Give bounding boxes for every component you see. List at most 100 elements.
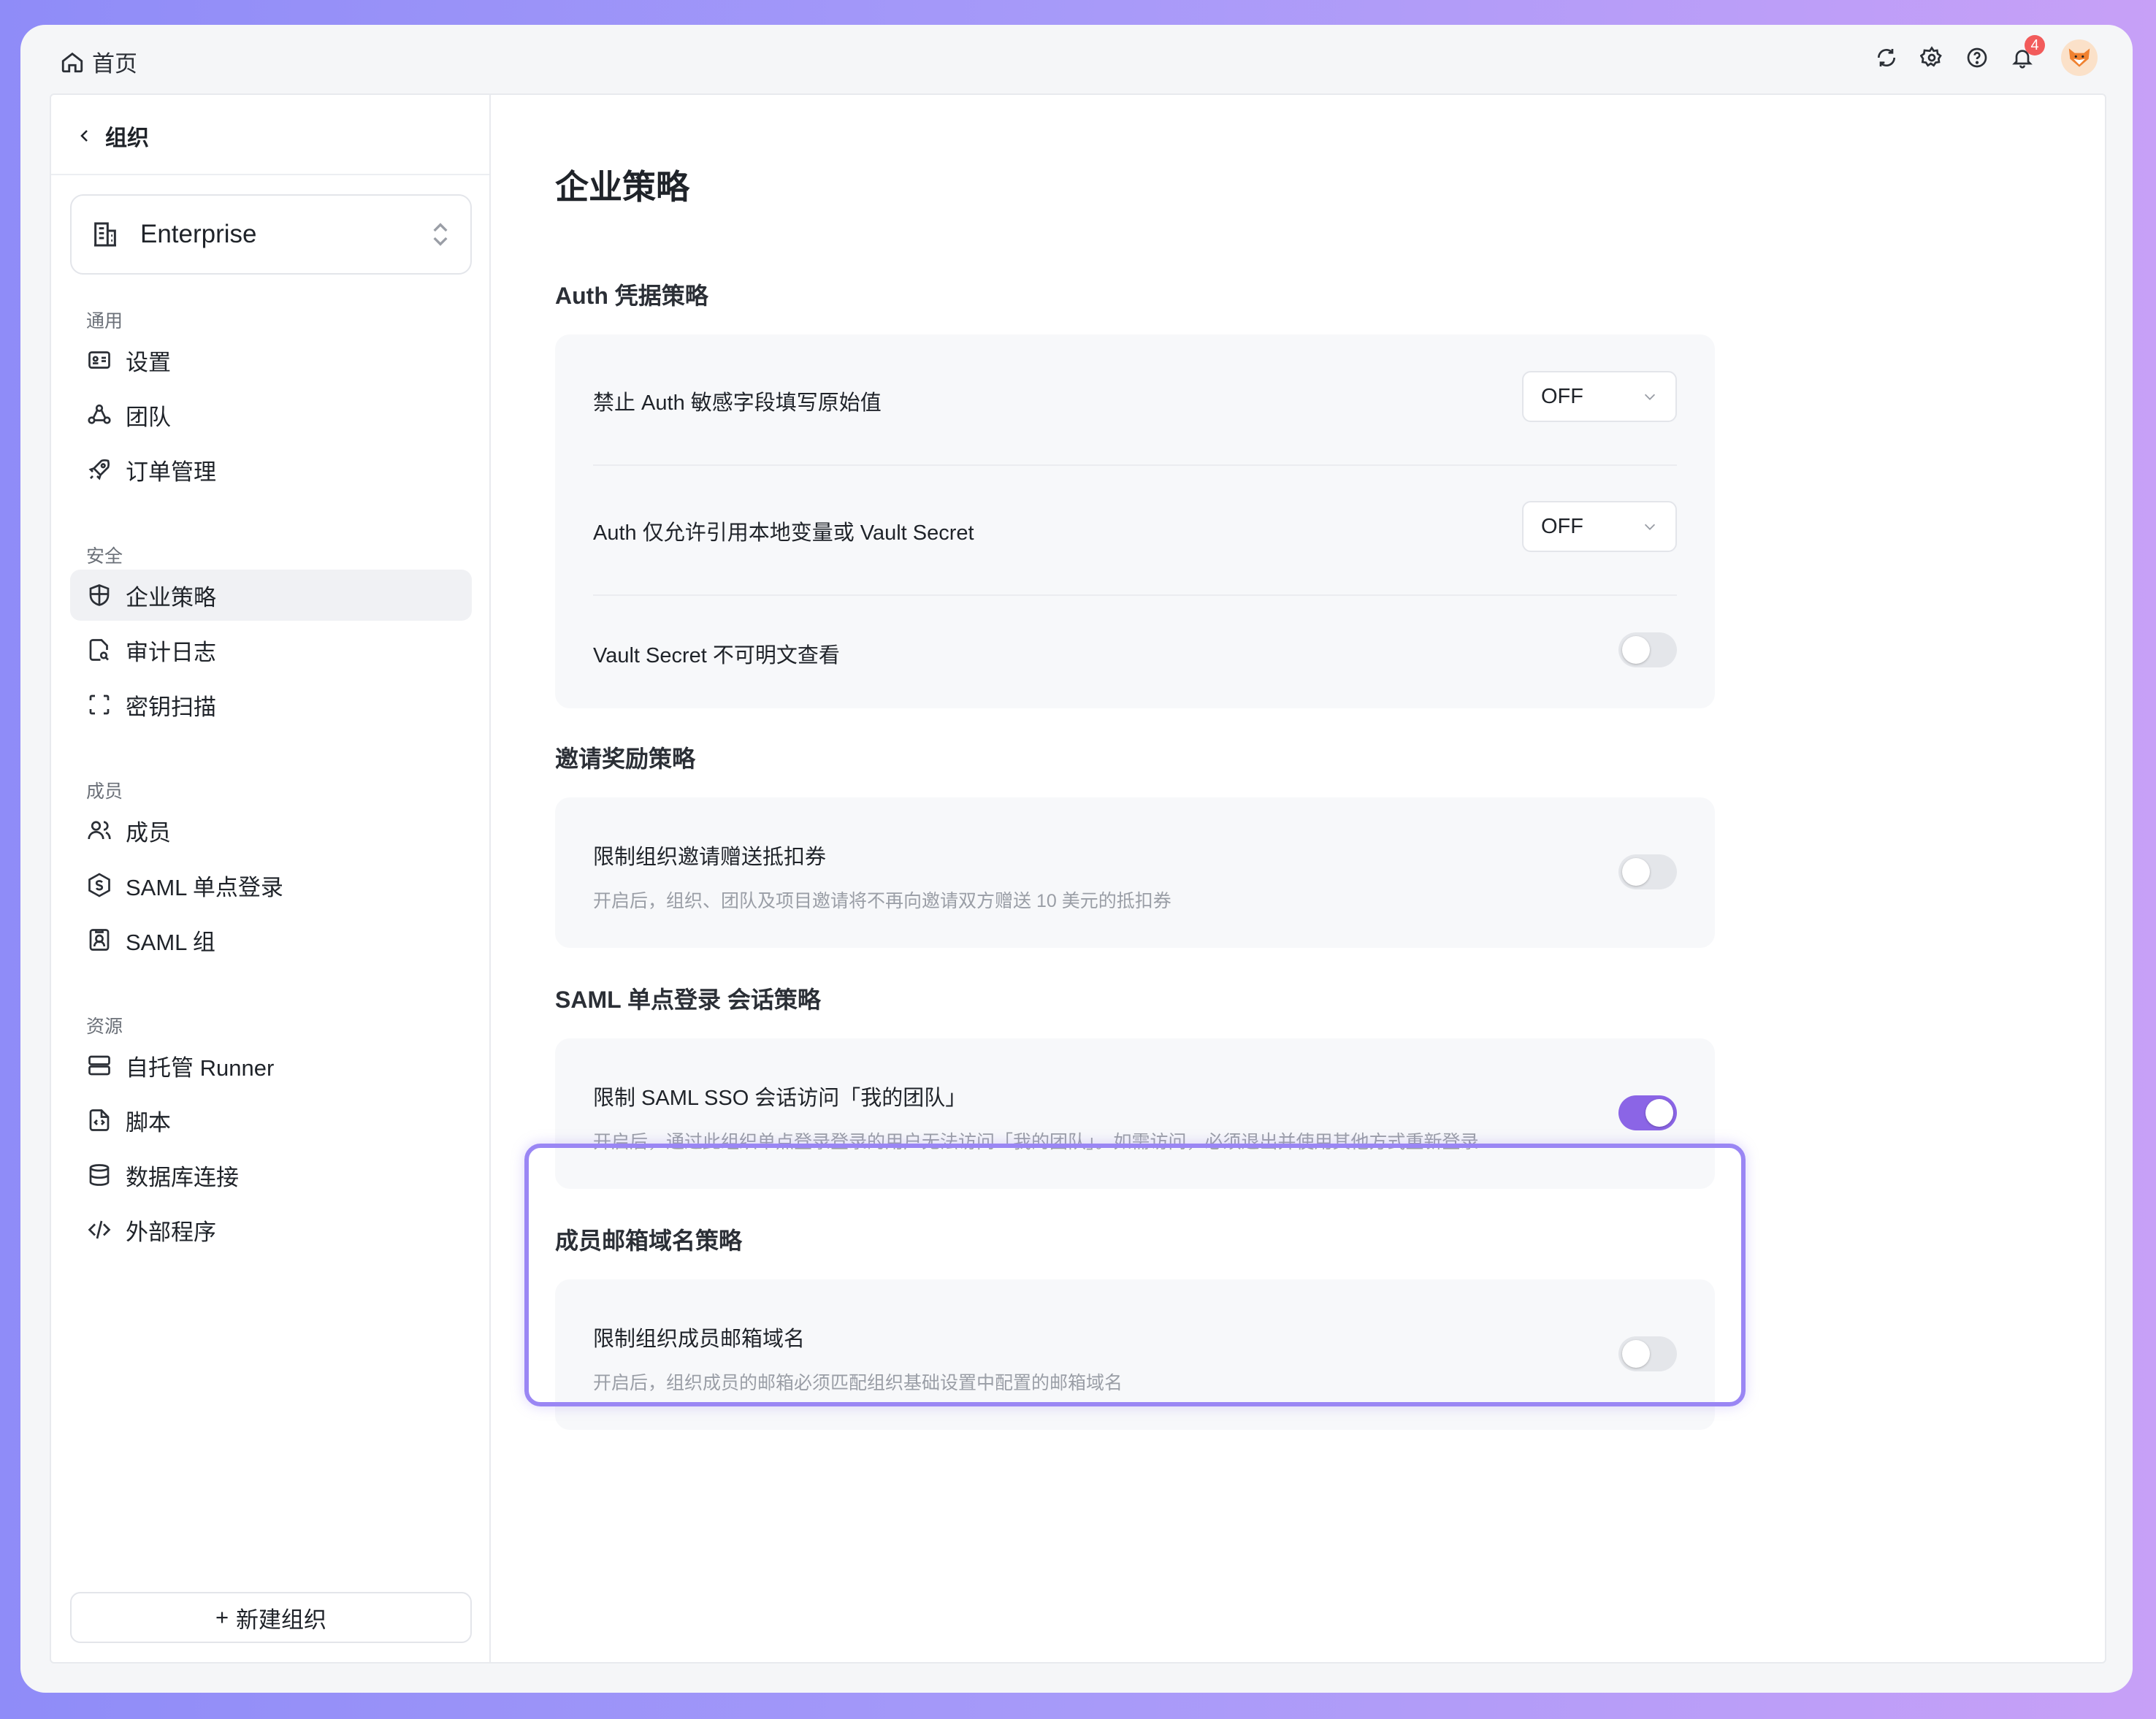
saml-policy-card: 限制 SAML SSO 会话访问「我的团队」 开启后，通过此组织单点登录登录的用…: [555, 1038, 1715, 1189]
file-code-icon: [89, 1109, 110, 1131]
sidebar-item-db[interactable]: 数据库连接: [70, 1149, 472, 1201]
setting-label: 禁止 Auth 敏感字段填写原始值: [593, 391, 882, 415]
new-org-label: 新建组织: [236, 1607, 327, 1633]
row-divider: [593, 594, 1677, 596]
plus-icon: +: [215, 1604, 229, 1630]
top-actions: 4: [1874, 35, 2098, 76]
toggle-knob: [1645, 1099, 1673, 1127]
saml-shield-icon: [88, 873, 110, 897]
sidebar-item-label: 成员: [126, 819, 171, 846]
select-value: OFF: [1541, 384, 1583, 408]
sidebar-item-external[interactable]: 外部程序: [70, 1204, 472, 1255]
toggle-knob: [1622, 858, 1650, 886]
auth-policy-card: 禁止 Auth 敏感字段填写原始值 OFF Auth 仅允许引用本地变量或 Va…: [555, 334, 1715, 708]
sidebar-item-saml-group[interactable]: SAML 组: [70, 914, 472, 965]
sidebar-item-label: 脚本: [126, 1109, 171, 1136]
section-title-auth: Auth 凭据策略: [555, 283, 708, 309]
sidebar-item-policy[interactable]: 企业策略: [70, 570, 472, 621]
rocket-icon: [88, 459, 110, 481]
sidebar: 组织 Enterprise 通用 设置 团队 订单管理 安全 企业策略 审计日志…: [51, 95, 491, 1662]
invite-row: 限制组织邀请赠送抵扣券 开启后，组织、团队及项目邀请将不再向邀请双方赠送 10 …: [593, 840, 1677, 913]
sidebar-item-label: 密钥扫描: [126, 694, 216, 720]
gear-icon[interactable]: [1919, 45, 1944, 70]
database-icon: [89, 1164, 110, 1186]
setting-label: 限制 SAML SSO 会话访问「我的团队」: [593, 1087, 967, 1110]
toggle-knob: [1622, 636, 1650, 664]
sidebar-item-label: 企业策略: [126, 584, 216, 610]
notification-bell[interactable]: 4: [2010, 35, 2045, 70]
sidebar-item-label: SAML 单点登录: [126, 874, 283, 900]
setting-description: 开启后，组织成员的邮箱必须匹配组织基础设置中配置的邮箱域名: [593, 1373, 1123, 1393]
email-policy-card: 限制组织成员邮箱域名 开启后，组织成员的邮箱必须匹配组织基础设置中配置的邮箱域名: [555, 1279, 1715, 1430]
select-value: OFF: [1541, 514, 1583, 538]
team-icon: [88, 404, 111, 424]
sidebar-item-label: 团队: [126, 404, 171, 430]
building-icon: [94, 222, 116, 247]
sidebar-item-label: SAML 组: [126, 929, 215, 955]
section-title-invite: 邀请奖励策略: [555, 746, 696, 772]
setting-label: 限制组织成员邮箱域名: [593, 1328, 806, 1351]
sidebar-item-saml-sso[interactable]: SAML 单点登录: [70, 860, 472, 911]
toggle-knob: [1622, 1340, 1650, 1368]
sidebar-item-label: 外部程序: [126, 1219, 216, 1245]
org-name: Enterprise: [140, 220, 257, 248]
org-selector[interactable]: Enterprise: [70, 194, 472, 275]
content-area: 企业策略 Auth 凭据策略 禁止 Auth 敏感字段填写原始值 OFF Aut…: [491, 95, 2105, 1662]
invite-coupon-toggle[interactable]: [1618, 854, 1677, 889]
main-panel: 组织 Enterprise 通用 设置 团队 订单管理 安全 企业策略 审计日志…: [50, 93, 2106, 1664]
sidebar-item-label: 数据库连接: [126, 1164, 239, 1190]
badge-user-icon: [89, 929, 110, 951]
chevron-down-icon: [1644, 394, 1656, 400]
setting-description: 开启后，组织、团队及项目邀请将不再向邀请双方赠送 10 美元的抵扣券: [593, 891, 1171, 911]
scan-icon: [89, 694, 110, 715]
chevron-down-icon: [1644, 524, 1656, 530]
vault-plaintext-toggle[interactable]: [1618, 632, 1677, 667]
refresh-icon[interactable]: [1874, 45, 1899, 70]
chevron-updown-icon: [433, 223, 448, 246]
file-search-icon: [89, 639, 109, 661]
raw-values-select[interactable]: OFF: [1522, 371, 1677, 422]
auth-row-vault-ref: Auth 仅允许引用本地变量或 Vault Secret: [593, 516, 1677, 546]
chevron-left-icon: [80, 130, 88, 142]
section-security: 安全: [86, 546, 123, 567]
code-icon: [88, 1220, 111, 1239]
sidebar-item-runner[interactable]: 自托管 Runner: [70, 1040, 472, 1091]
setting-label: Auth 仅允许引用本地变量或 Vault Secret: [593, 521, 974, 545]
sidebar-item-label: 订单管理: [126, 459, 216, 485]
email-row: 限制组织成员邮箱域名 开启后，组织成员的邮箱必须匹配组织基础设置中配置的邮箱域名: [593, 1322, 1677, 1395]
id-card-icon: [88, 351, 110, 369]
setting-label: 限制组织邀请赠送抵扣券: [593, 846, 827, 869]
email-domain-toggle[interactable]: [1618, 1336, 1677, 1371]
notification-badge: 4: [2025, 35, 2045, 55]
users-icon: [88, 821, 111, 840]
section-resources: 资源: [86, 1017, 123, 1037]
avatar[interactable]: [2061, 39, 2098, 76]
sidebar-item-orders[interactable]: 订单管理: [70, 444, 472, 495]
back-button[interactable]: 组织: [76, 120, 149, 152]
sidebar-item-label: 审计日志: [126, 639, 216, 665]
sidebar-divider: [51, 174, 489, 175]
auth-row-vault-plaintext: Vault Secret 不可明文查看: [593, 638, 1677, 669]
section-title-saml: SAML 单点登录 会话策略: [555, 987, 821, 1013]
home-link[interactable]: 首页: [60, 45, 137, 78]
sidebar-item-audit[interactable]: 审计日志: [70, 624, 472, 675]
help-icon[interactable]: [1965, 45, 1989, 70]
section-title-email: 成员邮箱域名策略: [555, 1228, 743, 1254]
fox-avatar-icon: [2068, 48, 2090, 67]
new-org-button[interactable]: + 新建组织: [70, 1592, 472, 1643]
top-bar: 首页 4: [20, 25, 2133, 93]
sidebar-item-team[interactable]: 团队: [70, 389, 472, 440]
saml-row: 限制 SAML SSO 会话访问「我的团队」 开启后，通过此组织单点登录登录的用…: [593, 1081, 1677, 1154]
back-label: 组织: [105, 126, 149, 150]
sidebar-item-secret-scan[interactable]: 密钥扫描: [70, 679, 472, 730]
app-window: 首页 4 组织 Enterprise 通用 设置 团队 订单管理 安全 企业策略…: [20, 25, 2133, 1693]
sidebar-item-members[interactable]: 成员: [70, 805, 472, 856]
saml-session-toggle[interactable]: [1618, 1095, 1677, 1130]
sidebar-item-settings[interactable]: 设置: [70, 334, 472, 386]
vault-ref-select[interactable]: OFF: [1522, 501, 1677, 552]
section-members: 成员: [86, 781, 123, 802]
sidebar-item-label: 设置: [126, 349, 171, 375]
home-label: 首页: [92, 51, 137, 77]
sidebar-item-scripts[interactable]: 脚本: [70, 1095, 472, 1146]
sidebar-item-label: 自托管 Runner: [126, 1054, 275, 1081]
